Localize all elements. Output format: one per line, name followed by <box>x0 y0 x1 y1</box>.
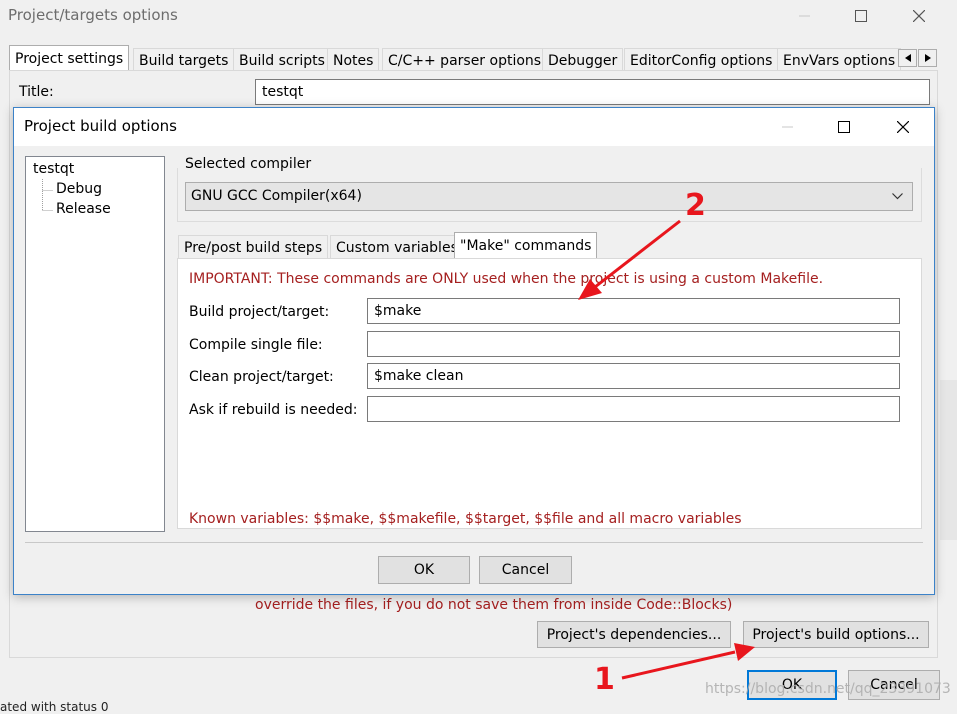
compiler-select-value: GNU GCC Compiler(x64) <box>191 188 362 204</box>
background-scrollbar-fragment <box>940 380 957 540</box>
dialog-ok-button[interactable]: OK <box>378 556 470 584</box>
project-build-options-button[interactable]: Project's build options... <box>743 621 929 648</box>
dialog-cancel-button[interactable]: Cancel <box>479 556 572 584</box>
dialog-close-button[interactable] <box>881 112 925 142</box>
target-tree[interactable]: testqt Debug Release <box>25 156 165 532</box>
dialog-maximize-button[interactable] <box>822 112 866 142</box>
watermark: https://blog.csdn.net/qq_23391073 <box>705 681 951 697</box>
status-text: ated with status 0 <box>0 700 109 714</box>
build-target-label: Build project/target: <box>189 304 330 320</box>
outer-maximize-button[interactable] <box>839 1 883 31</box>
tab-cpp-parser-options[interactable]: C/C++ parser options <box>382 48 548 72</box>
tab-build-targets[interactable]: Build targets <box>133 48 235 72</box>
dialog-minimize-button[interactable] <box>766 112 810 142</box>
tree-item-debug[interactable]: Debug <box>56 181 102 197</box>
outer-close-button[interactable] <box>897 1 941 31</box>
tab-scroll-left-button[interactable] <box>898 49 917 67</box>
tree-root-item[interactable]: testqt <box>33 161 74 177</box>
clean-target-input[interactable]: $make clean <box>367 363 900 389</box>
compile-single-file-input[interactable] <box>367 331 900 357</box>
arrow-left-icon <box>904 54 911 62</box>
tree-item-release[interactable]: Release <box>56 201 111 217</box>
compile-single-file-label: Compile single file: <box>189 337 323 353</box>
known-variables-text: Known variables: $$make, $$makefile, $$t… <box>189 511 742 527</box>
ask-rebuild-label: Ask if rebuild is needed: <box>189 402 358 418</box>
tab-notes[interactable]: Notes <box>327 48 380 72</box>
tab-make-commands[interactable]: "Make" commands <box>454 232 598 259</box>
outer-minimize-button[interactable] <box>783 1 827 31</box>
close-icon <box>897 121 909 133</box>
annotation-number-2: 2 <box>685 188 706 223</box>
dialog-divider <box>25 542 923 543</box>
outer-warning-text: override the files, if you do not save t… <box>255 597 733 613</box>
close-icon <box>913 10 925 22</box>
tab-pre-post-build-steps[interactable]: Pre/post build steps <box>178 235 329 259</box>
project-dependencies-button[interactable]: Project's dependencies... <box>537 621 731 648</box>
tab-scroll-right-button[interactable] <box>918 49 937 67</box>
tab-project-settings[interactable]: Project settings <box>9 45 130 72</box>
clean-target-label: Clean project/target: <box>189 369 334 385</box>
maximize-icon <box>838 121 850 133</box>
tab-build-scripts[interactable]: Build scripts <box>233 48 331 72</box>
build-target-input[interactable]: $make <box>367 298 900 324</box>
title-label: Title: <box>19 84 54 100</box>
outer-window-title: Project/targets options <box>8 6 178 24</box>
arrow-right-icon <box>924 54 931 62</box>
title-input[interactable]: testqt <box>255 79 930 105</box>
maximize-icon <box>855 10 867 22</box>
build-options-dialog: Project build options testqt Debug Relea… <box>13 107 935 595</box>
selected-compiler-label: Selected compiler <box>184 156 313 172</box>
dialog-title: Project build options <box>24 117 177 135</box>
chevron-down-icon <box>892 193 903 200</box>
important-notice: IMPORTANT: These commands are ONLY used … <box>189 271 824 287</box>
tree-connector-lines <box>42 179 53 211</box>
minimize-icon <box>799 15 810 17</box>
make-commands-panel: IMPORTANT: These commands are ONLY used … <box>177 258 922 529</box>
tab-envvars-options[interactable]: EnvVars options <box>777 48 902 72</box>
tab-debugger[interactable]: Debugger <box>542 48 624 72</box>
tab-custom-variables[interactable]: Custom variables <box>330 235 464 259</box>
ask-rebuild-input[interactable] <box>367 396 900 422</box>
annotation-number-1: 1 <box>594 662 615 697</box>
tab-editorconfig-options[interactable]: EditorConfig options <box>624 48 779 72</box>
compiler-select[interactable]: GNU GCC Compiler(x64) <box>185 182 913 211</box>
minimize-icon <box>782 126 793 128</box>
